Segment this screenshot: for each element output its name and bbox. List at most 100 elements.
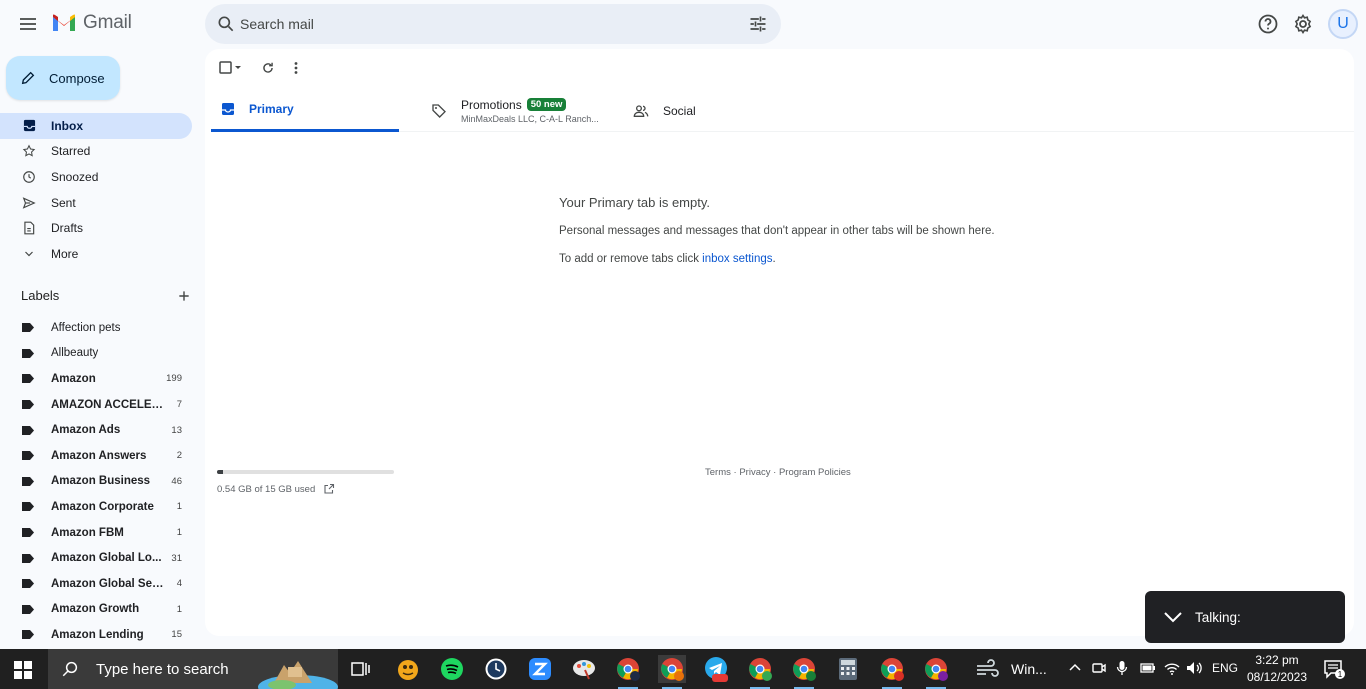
taskbar-app-chrome-1[interactable] xyxy=(614,655,642,689)
tab-social[interactable]: Social xyxy=(623,89,823,132)
notification-center-button[interactable]: 1 xyxy=(1323,659,1345,679)
terms-link[interactable]: Terms xyxy=(705,467,731,478)
speaker-icon xyxy=(1187,662,1202,674)
label-count: 199 xyxy=(166,373,182,385)
storage-meter: 0.54 GB of 15 GB used xyxy=(217,470,394,495)
wind-icon xyxy=(977,659,999,677)
label-item[interactable]: Amazon Ads 13 xyxy=(0,417,192,443)
chevron-up-icon xyxy=(1069,663,1081,671)
tray-microphone[interactable] xyxy=(1116,660,1128,676)
label-count: 4 xyxy=(176,578,182,590)
inbox-icon xyxy=(23,120,35,132)
taskbar-app-chrome-l[interactable] xyxy=(790,655,818,689)
taskbar-app-chrome-m2[interactable] xyxy=(746,655,774,689)
inbox-settings-link[interactable]: inbox settings xyxy=(702,253,772,265)
label-list: Affection pets Allbeauty Amazon 199 AMAZ… xyxy=(0,315,192,648)
taskbar-app-telegram[interactable] xyxy=(702,655,730,683)
label-item[interactable]: Amazon Corporate 1 xyxy=(0,494,192,520)
people-icon xyxy=(633,104,649,117)
label-item[interactable]: Amazon 199 xyxy=(0,366,192,392)
support-button[interactable] xyxy=(1256,12,1280,36)
taskbar-search-placeholder: Type here to search xyxy=(96,660,229,678)
clock-date: 08/12/2023 xyxy=(1246,670,1308,684)
tray-meet-now[interactable] xyxy=(1092,660,1106,676)
weather-label: Win... xyxy=(1011,661,1047,677)
taskbar-app-chrome-r[interactable] xyxy=(922,655,950,689)
label-item[interactable]: Affection pets xyxy=(0,315,192,341)
task-view-button[interactable] xyxy=(346,655,374,683)
taskbar-app-paint[interactable] xyxy=(570,655,598,683)
sidebar-item-label: Snoozed xyxy=(51,169,99,184)
sidebar-item-drafts[interactable]: Drafts xyxy=(0,215,192,241)
more-options-button[interactable] xyxy=(293,61,299,75)
pencil-icon xyxy=(21,71,35,85)
tray-network[interactable] xyxy=(1164,660,1180,676)
tab-promotions[interactable]: Promotions 50 new MinMaxDeals LLC, C-A-L… xyxy=(421,89,621,132)
sidebar-item-label: Drafts xyxy=(51,221,84,236)
labels-header: Labels xyxy=(21,288,191,303)
taskbar-app-game[interactable] xyxy=(394,655,422,683)
microphone-icon xyxy=(1116,661,1128,675)
notification-icon: 1 xyxy=(1324,660,1345,679)
account-avatar[interactable]: U xyxy=(1328,9,1358,39)
search-icon[interactable] xyxy=(216,14,236,34)
gmail-logo[interactable]: Gmail xyxy=(51,12,132,34)
label-item[interactable]: Amazon Business 46 xyxy=(0,469,192,495)
send-icon xyxy=(22,196,36,209)
sidebar-item-starred[interactable]: Starred xyxy=(0,139,192,165)
label-item[interactable]: AMAZON ACCELER... 7 xyxy=(0,392,192,418)
camera-icon xyxy=(1092,663,1106,673)
open-external-icon[interactable] xyxy=(323,483,335,495)
label-item[interactable]: Amazon FBM 1 xyxy=(0,520,192,546)
more-vert-icon xyxy=(294,62,298,74)
tray-clock[interactable]: 3:22 pm 08/12/2023 xyxy=(1246,652,1308,686)
spotify-icon xyxy=(441,658,463,680)
taskbar-search-box[interactable]: Type here to search xyxy=(48,649,338,689)
tray-volume[interactable] xyxy=(1186,660,1204,676)
sidebar-item-snoozed[interactable]: Snoozed xyxy=(0,164,192,190)
refresh-button[interactable] xyxy=(261,61,275,75)
label-tag-icon xyxy=(22,502,34,512)
label-count: 1 xyxy=(176,603,182,615)
top-bar: Gmail U xyxy=(0,0,1366,48)
label-item[interactable]: Allbeauty xyxy=(0,341,192,367)
privacy-link[interactable]: Privacy xyxy=(739,467,770,478)
tab-label: Social xyxy=(663,103,696,118)
battery-icon xyxy=(1140,663,1155,673)
main-menu-button[interactable] xyxy=(16,12,40,36)
taskbar-app-clock[interactable] xyxy=(482,655,510,683)
label-item[interactable]: Amazon Global Lo... 31 xyxy=(0,545,192,571)
sidebar-item-sent[interactable]: Sent xyxy=(0,190,192,216)
tray-overflow-button[interactable] xyxy=(1068,660,1082,674)
start-button[interactable] xyxy=(14,661,32,679)
search-input[interactable] xyxy=(240,14,720,34)
sidebar-item-inbox[interactable]: Inbox xyxy=(0,113,192,139)
taskbar-app-chrome-s[interactable] xyxy=(878,655,906,689)
label-item[interactable]: Amazon Growth 1 xyxy=(0,597,192,623)
label-item[interactable]: Amazon Global Sell... 4 xyxy=(0,571,192,597)
sidebar-item-more[interactable]: More xyxy=(0,241,192,267)
weather-widget[interactable]: Win... xyxy=(975,659,1047,679)
label-tag-icon xyxy=(22,579,34,589)
label-item[interactable]: Amazon Lending 15 xyxy=(0,622,192,648)
label-item[interactable]: Amazon Answers 2 xyxy=(0,443,192,469)
select-all-checkbox[interactable] xyxy=(219,61,243,75)
tray-battery[interactable] xyxy=(1140,660,1156,676)
compose-button[interactable]: Compose xyxy=(6,56,120,100)
inbox-icon xyxy=(222,103,234,115)
labels-title: Labels xyxy=(21,288,60,303)
taskbar-app-zoom[interactable] xyxy=(526,655,554,683)
taskbar-app-spotify[interactable] xyxy=(438,655,466,683)
add-label-icon[interactable] xyxy=(177,289,191,303)
voice-talking-popup[interactable]: Talking: xyxy=(1145,591,1345,643)
tray-language[interactable]: ENG xyxy=(1212,661,1238,675)
tab-primary[interactable]: Primary xyxy=(211,89,399,132)
search-options-icon[interactable] xyxy=(748,14,768,34)
program-policies-link[interactable]: Program Policies xyxy=(779,467,851,478)
game-app-icon xyxy=(398,660,418,680)
label-count: 2 xyxy=(176,450,182,462)
windows-taskbar: Type here to search Win... ENG 3:22 pm 0… xyxy=(0,649,1366,689)
taskbar-app-calculator[interactable] xyxy=(834,655,862,683)
taskbar-app-chrome-m[interactable] xyxy=(658,655,686,689)
settings-button[interactable] xyxy=(1291,12,1315,36)
